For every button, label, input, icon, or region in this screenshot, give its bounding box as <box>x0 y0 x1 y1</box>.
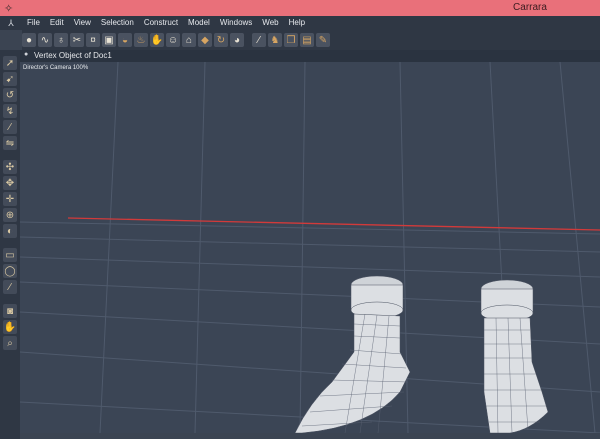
menu-view[interactable]: View <box>69 16 96 30</box>
window-title: Carrara <box>513 2 547 13</box>
toolbar: ● ∿ ♁ ✂ ¤ ▣ ◒ ♨ ✋ ☺ ⌂ ◆ ↻ ◕ ⁄ ♞ ❒ ▤ ✎ <box>22 30 600 50</box>
menu-selection[interactable]: Selection <box>96 16 139 30</box>
left-boot-mesh <box>294 275 411 433</box>
wand-icon[interactable]: ⁄ <box>252 33 266 47</box>
spin-icon[interactable]: ↺ <box>3 88 17 102</box>
move-icon[interactable]: ➹ <box>3 72 17 86</box>
menu-construct[interactable]: Construct <box>139 16 183 30</box>
menu-bar: ⅄ File Edit View Selection Construct Mod… <box>0 16 600 30</box>
arrows-icon[interactable]: ⇋ <box>3 136 17 150</box>
menu-file[interactable]: File <box>22 16 45 30</box>
viewport-header: ● Vertex Object of Doc1 <box>20 50 600 62</box>
scene <box>20 62 600 433</box>
cube-icon[interactable]: ◆ <box>198 33 212 47</box>
pin-icon[interactable]: ● <box>24 51 28 58</box>
spline-icon[interactable]: ∿ <box>38 33 52 47</box>
right-boot-mesh <box>480 279 549 433</box>
face-icon[interactable]: ☺ <box>166 33 180 47</box>
menu-edit[interactable]: Edit <box>45 16 69 30</box>
camera-icon[interactable]: ◙ <box>3 304 17 318</box>
target-icon[interactable]: ✛ <box>3 192 17 206</box>
film-icon[interactable]: ▤ <box>300 33 314 47</box>
rect-select-icon[interactable]: ▭ <box>3 248 17 262</box>
box-icon[interactable]: ❒ <box>284 33 298 47</box>
zoom-icon[interactable]: ⌕ <box>3 336 17 350</box>
label-icon[interactable]: ⌂ <box>182 33 196 47</box>
carrara-logo-icon: ⅄ <box>8 17 14 28</box>
vase-icon[interactable]: ♁ <box>54 33 68 47</box>
lamp-icon[interactable]: ♨ <box>134 33 148 47</box>
frame-icon[interactable]: ▣ <box>102 33 116 47</box>
dome-icon[interactable]: ◒ <box>118 33 132 47</box>
brush-icon[interactable]: ∕ <box>3 280 17 294</box>
menu-model[interactable]: Model <box>183 16 215 30</box>
camera-icon[interactable]: ✎ <box>316 33 330 47</box>
viewport-title: Vertex Object of Doc1 <box>34 51 112 60</box>
knife-icon[interactable]: ∕ <box>3 120 17 134</box>
left-toolbar: ➚ ➹ ↺ ↯ ∕ ⇋ ✣ ✥ ✛ ⊕ ◐ ▭ ◯ ∕ ◙ ✋ ⌕ <box>0 50 20 439</box>
menu-help[interactable]: Help <box>284 16 310 30</box>
pin-icon[interactable]: ¤ <box>86 33 100 47</box>
scale-icon[interactable]: ✣ <box>3 160 17 174</box>
figure-icon[interactable]: ♞ <box>268 33 282 47</box>
shield2-icon[interactable]: ◐ <box>3 224 17 238</box>
title-bar: ✧ Carrara <box>0 0 600 16</box>
rotate-icon[interactable]: ↻ <box>214 33 228 47</box>
arrow-icon[interactable]: ➚ <box>3 56 17 70</box>
curl-icon[interactable]: ↯ <box>3 104 17 118</box>
shield-icon[interactable]: ⊕ <box>3 208 17 222</box>
ball-icon[interactable]: ◕ <box>230 33 244 47</box>
scissors-icon[interactable]: ✂ <box>70 33 84 47</box>
3d-viewport[interactable]: Director's Camera 100% <box>20 62 600 433</box>
hand-icon[interactable]: ✋ <box>3 320 17 334</box>
lasso-icon[interactable]: ◯ <box>3 264 17 278</box>
hand-icon[interactable]: ✋ <box>150 33 164 47</box>
bone-icon[interactable]: ✥ <box>3 176 17 190</box>
menu-web[interactable]: Web <box>257 16 283 30</box>
menu-windows[interactable]: Windows <box>215 16 257 30</box>
sphere-icon[interactable]: ● <box>22 33 36 47</box>
